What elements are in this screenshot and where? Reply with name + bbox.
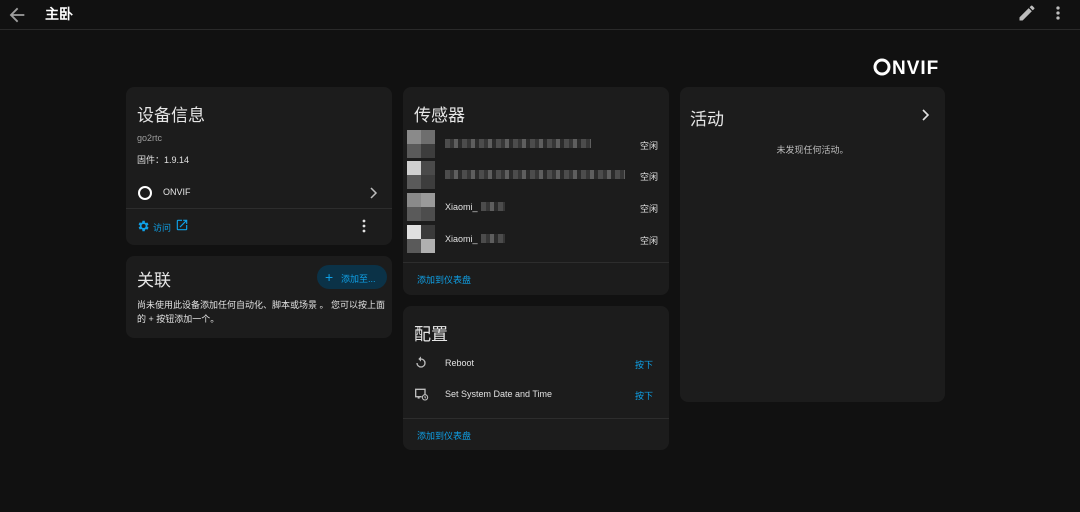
config-row-reboot: Reboot 按下 <box>403 348 669 378</box>
more-vert-icon[interactable] <box>360 219 368 233</box>
gear-icon[interactable] <box>136 219 150 233</box>
sensor-name: Xiaomi_ <box>445 202 478 212</box>
related-title: 关联 <box>137 271 171 290</box>
add-to-label: 添加至... <box>341 274 376 284</box>
sensors-title: 传感器 <box>414 106 465 125</box>
sensor-name: Xiaomi_ <box>445 234 478 244</box>
integration-name: ONVIF <box>163 187 191 197</box>
press-button[interactable]: 按下 <box>635 358 653 371</box>
chevron-right-icon <box>370 187 378 199</box>
svg-text:NVIF: NVIF <box>892 58 939 79</box>
redacted-name <box>481 202 505 211</box>
integration-row-onvif[interactable]: ONVIF <box>126 179 392 207</box>
firmware-version: 固件：1.9.14 <box>137 155 190 165</box>
device-actions: 访问 <box>126 208 392 245</box>
redacted-name <box>481 234 505 243</box>
sensors-card: 传感器 空闲 空闲 Xiaomi_ 空闲 Xiaomi_ 空闲 添加到仪表盘 <box>403 87 669 295</box>
sensor-state: 空闲 <box>640 141 659 151</box>
camera-thumbnail <box>407 161 435 189</box>
device-model: go2rtc <box>137 133 163 143</box>
add-to-button[interactable]: + 添加至... <box>317 265 387 289</box>
activity-title: 活动 <box>690 110 724 129</box>
camera-thumbnail <box>407 225 435 253</box>
visit-link[interactable]: 访问 <box>153 221 171 234</box>
plus-icon: + <box>325 269 334 285</box>
sensor-state: 空闲 <box>640 204 659 214</box>
related-card: 关联 + 添加至... 尚未使用此设备添加任何自动化、脚本或场景 。 您可以按上… <box>126 256 392 338</box>
related-empty-text: 尚未使用此设备添加任何自动化、脚本或场景 。 您可以按上面的 + 按钮添加一个。 <box>137 300 386 324</box>
pencil-icon[interactable] <box>1017 3 1037 23</box>
divider <box>403 418 669 419</box>
config-name: Set System Date and Time <box>445 389 553 399</box>
config-row-set-date-time: Set System Date and Time 按下 <box>403 379 669 409</box>
chevron-right-icon[interactable] <box>920 109 930 121</box>
device-info-title: 设备信息 <box>137 106 205 125</box>
add-to-dashboard-link[interactable]: 添加到仪表盘 <box>417 429 471 442</box>
open-in-new-icon[interactable] <box>175 218 189 232</box>
add-to-dashboard-link[interactable]: 添加到仪表盘 <box>417 273 471 286</box>
redacted-name <box>445 139 591 148</box>
onvif-logo: NVIF <box>873 58 939 79</box>
sensor-row[interactable]: 空闲 <box>403 160 669 190</box>
activity-empty-text: 未发现任何活动。 <box>776 145 849 155</box>
activity-card: 活动 未发现任何活动。 <box>680 87 945 402</box>
sensor-row[interactable]: Xiaomi_ 空闲 <box>403 192 669 222</box>
config-card: 配置 Reboot 按下 Set System Date and Time 按下… <box>403 306 669 450</box>
config-name: Reboot <box>445 358 475 368</box>
sensor-row[interactable]: 空闲 <box>403 129 669 159</box>
config-title: 配置 <box>414 325 448 344</box>
camera-thumbnail <box>407 193 435 221</box>
monitor-clock-icon <box>415 388 429 401</box>
device-info-card: 设备信息 go2rtc 固件：1.9.14 ONVIF 访问 <box>126 87 392 245</box>
sensor-state: 空闲 <box>640 172 659 182</box>
top-app-bar: 主卧 <box>0 0 1080 30</box>
onvif-integration-icon <box>138 186 152 200</box>
more-vert-icon[interactable] <box>1050 3 1066 23</box>
sensor-state: 空闲 <box>640 236 659 246</box>
sensor-row[interactable]: Xiaomi_ 空闲 <box>403 224 669 254</box>
restart-icon <box>416 356 426 368</box>
camera-thumbnail <box>407 130 435 158</box>
back-arrow-icon[interactable] <box>6 4 28 26</box>
page-title: 主卧 <box>45 6 73 22</box>
redacted-name <box>445 170 625 179</box>
press-button[interactable]: 按下 <box>635 389 653 402</box>
divider <box>403 262 669 263</box>
